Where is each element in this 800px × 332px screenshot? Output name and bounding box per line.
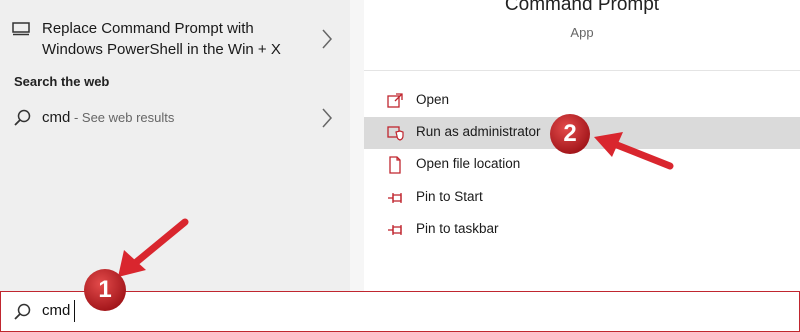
action-open[interactable]: Open [364,85,800,117]
file-location-icon [389,156,401,174]
search-web-heading: Search the web [14,74,110,89]
chevron-right-icon[interactable] [320,107,334,129]
setting-result-item[interactable]: Replace Command Prompt with Windows Powe… [0,10,350,66]
action-label: Pin to Start [416,189,483,204]
setting-result-line2: Windows PowerShell in the Win + X [42,41,281,58]
search-icon [14,109,31,126]
action-label: Open file location [416,156,521,171]
search-input[interactable]: cmd [42,302,70,319]
pin-icon [388,225,402,235]
monitor-icon [12,22,30,36]
chevron-right-icon[interactable] [320,28,334,50]
open-icon [387,93,403,108]
pin-icon [388,193,402,203]
action-open-file-location[interactable]: Open file location [364,149,800,181]
web-result-label: cmd - See web results [42,107,174,128]
divider [364,70,800,71]
action-label: Pin to taskbar [416,221,499,236]
app-name: Command Prompt [504,0,660,15]
search-icon [14,303,31,320]
search-results-pane: Replace Command Prompt with Windows Powe… [0,0,350,292]
text-caret [74,300,75,322]
action-pin-to-taskbar[interactable]: Pin to taskbar [364,214,800,246]
action-label: Run as administrator [416,124,541,139]
web-result-suffix: - See web results [70,110,175,125]
web-result-item[interactable]: cmd - See web results [0,100,350,136]
step-badge-2-label: 2 [563,120,577,147]
step-badge-1-label: 1 [98,276,112,303]
app-type: App [570,25,594,40]
web-result-query: cmd [42,109,71,126]
action-label: Open [416,92,450,107]
shield-icon [387,126,404,141]
action-pin-to-start[interactable]: Pin to Start [364,182,800,214]
setting-result-line1: Replace Command Prompt with [42,20,254,37]
